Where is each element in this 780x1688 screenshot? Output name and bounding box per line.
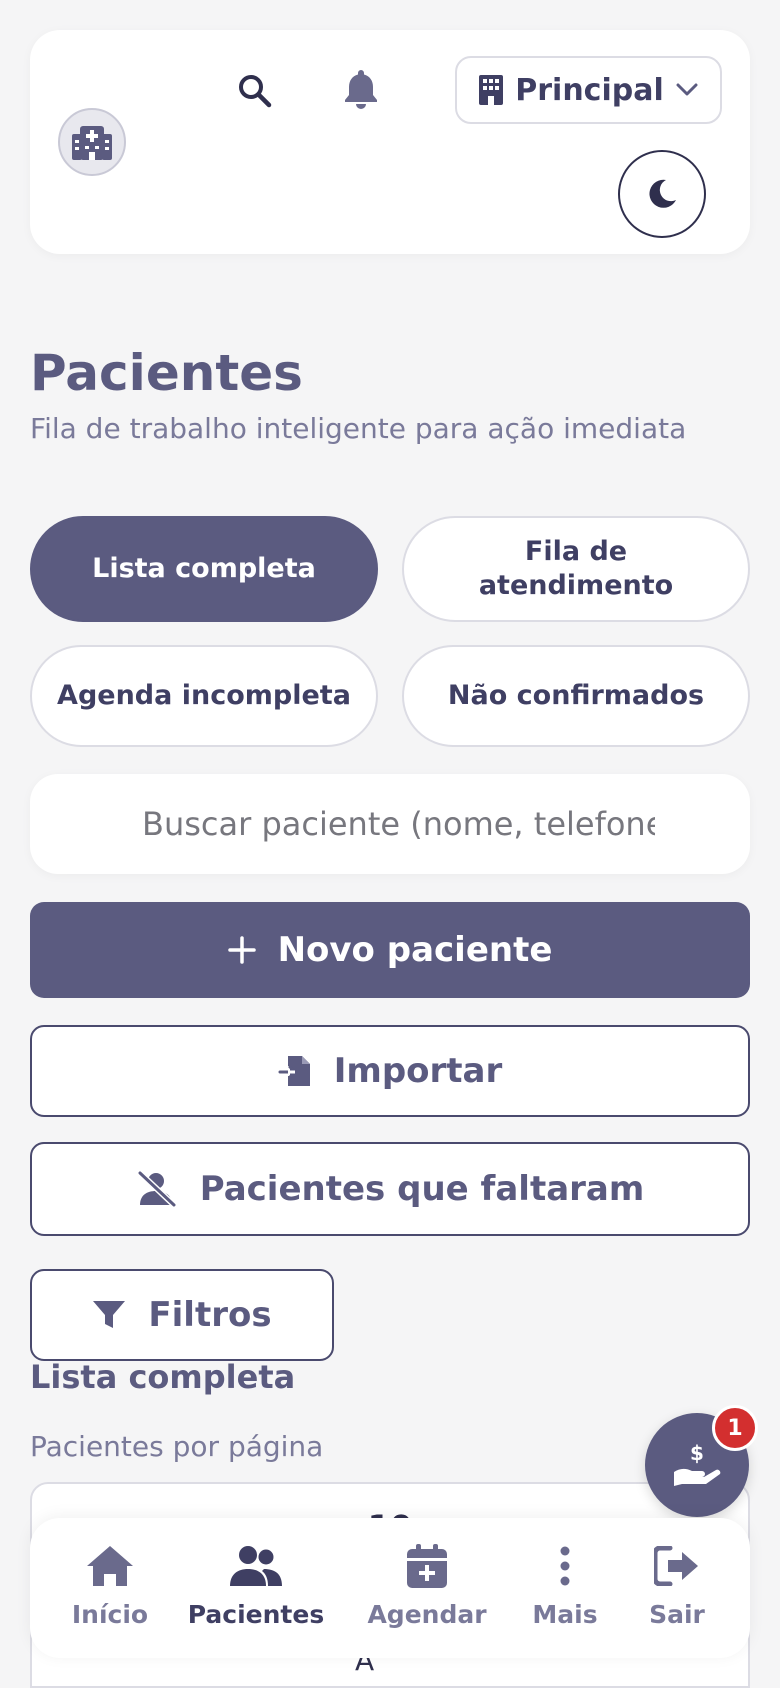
svg-text:$: $ bbox=[690, 1442, 704, 1465]
nav-label-patients: Pacientes bbox=[187, 1600, 325, 1629]
import-button[interactable]: Importar bbox=[30, 1025, 750, 1117]
nav-label-more: Mais bbox=[532, 1600, 598, 1629]
patient-search-input[interactable] bbox=[142, 805, 655, 843]
absent-patients-button[interactable]: Pacientes que faltaram bbox=[30, 1142, 750, 1236]
logout-icon bbox=[654, 1546, 698, 1586]
new-patient-label: Novo paciente bbox=[277, 930, 553, 970]
nav-item-patients[interactable]: Pacientes bbox=[186, 1538, 326, 1638]
users-icon bbox=[230, 1546, 282, 1586]
nav-item-logout[interactable]: Sair bbox=[642, 1538, 712, 1638]
bell-icon bbox=[345, 70, 377, 109]
nav-item-home[interactable]: Início bbox=[60, 1538, 160, 1638]
clinic-logo[interactable] bbox=[58, 108, 126, 176]
search-button[interactable] bbox=[230, 66, 280, 116]
user-slash-icon bbox=[137, 1171, 176, 1207]
patients-page: Principal Pacientes Fila de trabalho int… bbox=[0, 0, 780, 1688]
hospital-icon bbox=[72, 126, 112, 160]
header-card: Principal bbox=[30, 30, 750, 254]
hand-dollar-icon: $ bbox=[674, 1442, 721, 1486]
moon-icon bbox=[649, 179, 676, 208]
theme-toggle-button[interactable] bbox=[618, 150, 706, 238]
calendar-plus-icon bbox=[407, 1544, 447, 1588]
patient-search-container bbox=[30, 774, 750, 874]
building-icon bbox=[479, 75, 504, 105]
per-page-label: Pacientes por página bbox=[30, 1430, 324, 1463]
nav-item-more[interactable]: Mais bbox=[530, 1538, 600, 1638]
page-subtitle: Fila de trabalho inteligente para ação i… bbox=[30, 412, 687, 445]
filter-icon bbox=[93, 1301, 126, 1328]
bottom-nav: Início Pacientes Agendar Mais Sair bbox=[30, 1518, 750, 1658]
tab-unconfirmed[interactable]: Não confirmados bbox=[402, 645, 750, 747]
nav-item-schedule[interactable]: Agendar bbox=[362, 1538, 492, 1638]
fab-badge: 1 bbox=[712, 1405, 758, 1451]
nav-label-logout: Sair bbox=[649, 1600, 705, 1629]
nav-label-home: Início bbox=[71, 1600, 149, 1629]
nav-label-schedule: Agendar bbox=[367, 1600, 487, 1629]
notifications-button[interactable] bbox=[336, 64, 386, 114]
more-vertical-icon bbox=[560, 1546, 570, 1586]
search-icon bbox=[239, 75, 272, 108]
tab-incomplete-schedule[interactable]: Agenda incompleta bbox=[30, 645, 378, 747]
filters-label: Filtros bbox=[148, 1295, 272, 1335]
absent-patients-label: Pacientes que faltaram bbox=[199, 1169, 645, 1209]
list-section-title: Lista completa bbox=[30, 1358, 296, 1396]
chevron-down-icon bbox=[676, 83, 698, 96]
filters-button[interactable]: Filtros bbox=[30, 1269, 334, 1361]
unit-select[interactable]: Principal bbox=[455, 56, 722, 124]
unit-select-label: Principal bbox=[515, 72, 664, 108]
new-patient-button[interactable]: Novo paciente bbox=[30, 902, 750, 998]
import-label: Importar bbox=[333, 1051, 503, 1091]
tab-service-queue[interactable]: Fila de atendimento bbox=[402, 516, 750, 622]
tab-full-list[interactable]: Lista completa bbox=[30, 516, 378, 622]
plus-icon bbox=[227, 936, 256, 964]
page-title: Pacientes bbox=[30, 344, 303, 402]
file-import-icon bbox=[278, 1056, 310, 1086]
home-icon bbox=[87, 1546, 133, 1586]
